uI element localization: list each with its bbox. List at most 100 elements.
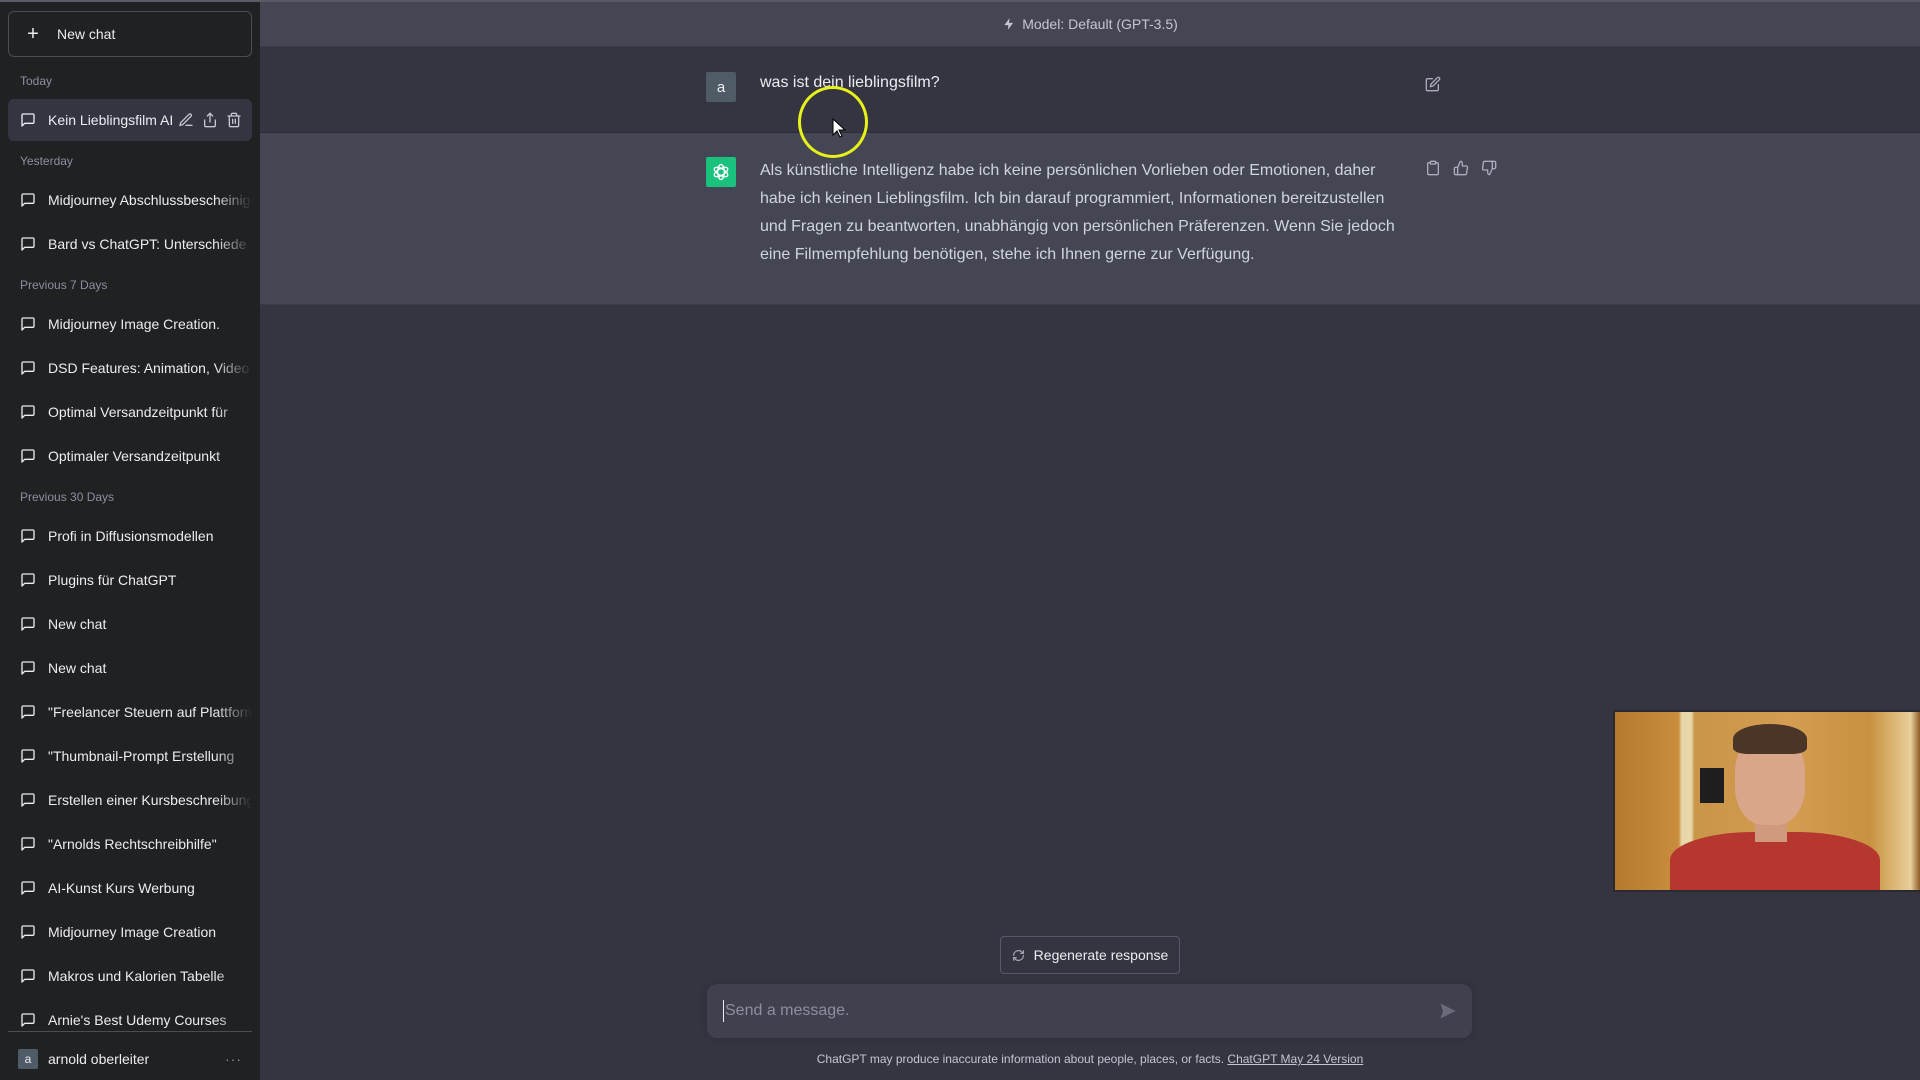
share-icon[interactable]: [202, 112, 218, 128]
chat-item[interactable]: Optimal Versandzeitpunkt für: [8, 391, 252, 433]
lightning-icon: [1004, 18, 1014, 30]
chat-bubble-icon: [21, 837, 35, 851]
assistant-message: Als künstliche Intelligenz habe ich kein…: [260, 133, 1920, 305]
chat-item[interactable]: AI-Kunst Kurs Werbung: [8, 867, 252, 909]
window-top-border: [0, 0, 1920, 2]
delete-icon[interactable]: [226, 112, 242, 128]
chat-item[interactable]: "Freelancer Steuern auf Plattformen: [8, 691, 252, 733]
new-chat-label: New chat: [57, 26, 116, 42]
chat-item[interactable]: Plugins für ChatGPT: [8, 559, 252, 601]
section-label-previous-30-days: Previous 30 Days: [20, 490, 115, 504]
chat-item-label: Plugins für ChatGPT: [48, 572, 177, 588]
sidebar: + New chat Today Yesterday Previous 7 Da…: [0, 0, 260, 1080]
chat-item-label: Optimal Versandzeitpunkt für: [48, 404, 228, 420]
chat-item-label: Kein Lieblingsfilm AI: [48, 112, 174, 128]
chat-bubble-icon: [21, 573, 35, 587]
chat-bubble-icon: [21, 705, 35, 719]
user-name: arnold oberleiter: [48, 1051, 150, 1067]
refresh-icon: [1012, 949, 1024, 961]
chat-bubble-icon: [21, 193, 35, 207]
edit-message-icon[interactable]: [1425, 76, 1441, 92]
copy-icon[interactable]: [1425, 160, 1441, 176]
user-message-text: was ist dein lieblingsfilm?: [760, 74, 940, 91]
assistant-message-text: Als künstliche Intelligenz habe ich kein…: [760, 162, 1395, 263]
chat-bubble-icon: [21, 529, 35, 543]
chat-item-label: AI-Kunst Kurs Werbung: [48, 880, 195, 896]
openai-logo-icon: [713, 163, 729, 181]
chat-item[interactable]: "Arnolds Rechtschreibhilfe": [8, 823, 252, 865]
disclaimer-text: ChatGPT may produce inaccurate informati…: [816, 1052, 1228, 1066]
footer-disclaimer: ChatGPT may produce inaccurate informati…: [260, 1052, 1920, 1066]
chat-bubble-icon: [21, 317, 35, 331]
plus-icon: +: [27, 23, 39, 45]
chat-item-label: Bard vs ChatGPT: Unterschiede: [48, 236, 247, 252]
chat-item[interactable]: New chat: [8, 603, 252, 645]
chat-bubble-icon: [21, 881, 35, 895]
chat-item-label: Optimaler Versandzeitpunkt: [48, 448, 220, 464]
chatgpt-avatar: [706, 157, 736, 187]
chat-item[interactable]: Midjourney Abschlussbescheinigung: [8, 179, 252, 221]
chat-item[interactable]: Profi in Diffusionsmodellen: [8, 515, 252, 557]
section-label-yesterday: Yesterday: [20, 154, 73, 168]
chat-item-label: DSD Features: Animation, Video: [48, 360, 250, 376]
send-icon[interactable]: [1438, 1001, 1458, 1021]
chat-item-label: Makros und Kalorien Tabelle: [48, 968, 225, 984]
regenerate-response-button[interactable]: Regenerate response: [1000, 936, 1180, 974]
chat-item[interactable]: Midjourney Image Creation.: [8, 303, 252, 345]
webcam-overlay: [1613, 710, 1920, 892]
chat-bubble-icon: [21, 793, 35, 807]
chat-item-label: Erstellen einer Kursbeschreibung: [48, 792, 252, 808]
regenerate-label: Regenerate response: [1033, 947, 1169, 963]
webcam-person-hair: [1733, 724, 1807, 754]
section-label-previous-7-days: Previous 7 Days: [20, 278, 108, 292]
chat-bubble-icon: [21, 361, 35, 375]
message-input[interactable]: [723, 1000, 1413, 1022]
user-avatar: a: [18, 1049, 38, 1069]
chat-item-label: Midjourney Image Creation: [48, 924, 217, 940]
chat-item-label: Midjourney Image Creation.: [48, 316, 220, 332]
chat-bubble-icon: [21, 969, 35, 983]
chat-item[interactable]: Optimaler Versandzeitpunkt: [8, 435, 252, 477]
chat-bubble-icon: [21, 237, 35, 251]
section-label-today: Today: [20, 74, 53, 88]
message-composer: [707, 984, 1472, 1038]
model-indicator: Model: Default (GPT-3.5): [260, 2, 1920, 47]
chat-main: Model: Default (GPT-3.5) a was ist dein …: [260, 0, 1920, 1080]
chat-item[interactable]: New chat: [8, 647, 252, 689]
user-message-avatar: a: [706, 72, 736, 102]
chat-item-active[interactable]: Kein Lieblingsfilm AI: [8, 99, 252, 141]
chat-item[interactable]: Makros und Kalorien Tabelle: [8, 955, 252, 997]
user-menu-button[interactable]: a arnold oberleiter ···: [8, 1038, 252, 1080]
chat-item-label: "Freelancer Steuern auf Plattformen: [48, 704, 252, 720]
thumbs-down-icon[interactable]: [1481, 160, 1497, 176]
chat-bubble-icon: [21, 1013, 35, 1027]
chat-item[interactable]: DSD Features: Animation, Video: [8, 347, 252, 389]
rename-icon[interactable]: [178, 112, 194, 128]
chat-item[interactable]: Midjourney Image Creation: [8, 911, 252, 953]
new-chat-button[interactable]: + New chat: [8, 11, 252, 57]
chat-bubble-icon: [21, 617, 35, 631]
chat-item-label: "Thumbnail-Prompt Erstellung: [48, 748, 235, 764]
chat-item-label: "Arnolds Rechtschreibhilfe": [48, 836, 217, 852]
chat-bubble-icon: [21, 749, 35, 763]
chat-item-label: New chat: [48, 616, 107, 632]
chat-item[interactable]: Arnie's Best Udemy Courses: [8, 999, 252, 1041]
chat-item[interactable]: Erstellen einer Kursbeschreibung: [8, 779, 252, 821]
chat-item[interactable]: "Thumbnail-Prompt Erstellung: [8, 735, 252, 777]
chat-item-label: New chat: [48, 660, 107, 676]
chat-bubble-icon: [21, 113, 35, 127]
user-message: a was ist dein lieblingsfilm?: [260, 47, 1920, 133]
chat-bubble-icon: [21, 661, 35, 675]
webcam-background-panel: [1700, 768, 1724, 803]
more-options-icon[interactable]: ···: [225, 1051, 242, 1067]
chat-item-label: Profi in Diffusionsmodellen: [48, 528, 214, 544]
chat-bubble-icon: [21, 405, 35, 419]
chat-item[interactable]: Bard vs ChatGPT: Unterschiede: [8, 223, 252, 265]
chat-item-label: Midjourney Abschlussbescheinigung: [48, 192, 252, 208]
chat-item-label: Arnie's Best Udemy Courses: [48, 1012, 227, 1028]
chat-bubble-icon: [21, 449, 35, 463]
version-link[interactable]: ChatGPT May 24 Version: [1227, 1052, 1363, 1066]
thumbs-up-icon[interactable]: [1453, 160, 1469, 176]
chat-bubble-icon: [21, 925, 35, 939]
model-label: Model: Default (GPT-3.5): [1022, 16, 1178, 32]
